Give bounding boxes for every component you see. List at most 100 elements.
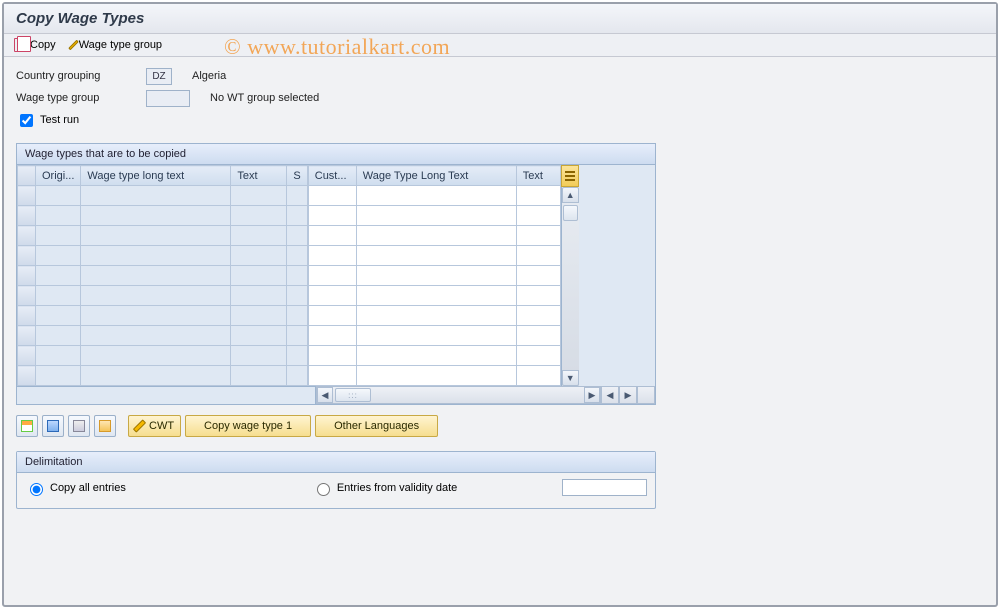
row-selector[interactable] — [18, 226, 36, 246]
horizontal-scroll-thumb[interactable]: ::: — [335, 388, 371, 402]
country-grouping-input[interactable]: DZ — [146, 68, 172, 85]
cell-customer[interactable] — [308, 206, 356, 226]
table-row[interactable] — [308, 286, 560, 306]
table-row[interactable] — [18, 286, 308, 306]
cell-wage-type-long-text-1[interactable] — [81, 186, 231, 206]
table-row[interactable] — [18, 186, 308, 206]
cell-text-2[interactable] — [516, 306, 560, 326]
cell-text-1[interactable] — [231, 246, 287, 266]
cell-wage-type-long-text-2[interactable] — [356, 226, 516, 246]
row-selector[interactable] — [18, 306, 36, 326]
cell-original[interactable] — [36, 286, 81, 306]
cell-customer[interactable] — [308, 266, 356, 286]
cell-s[interactable] — [287, 246, 307, 266]
cell-customer[interactable] — [308, 186, 356, 206]
cell-original[interactable] — [36, 206, 81, 226]
cell-wage-type-long-text-2[interactable] — [356, 286, 516, 306]
cell-text-1[interactable] — [231, 326, 287, 346]
cell-wage-type-long-text-1[interactable] — [81, 266, 231, 286]
horizontal-scrollbar[interactable]: ◀ ::: ▶ — [316, 386, 601, 404]
cell-wage-type-long-text-1[interactable] — [81, 226, 231, 246]
row-selector[interactable] — [18, 366, 36, 386]
cell-customer[interactable] — [308, 306, 356, 326]
copy-wage-type-1-button[interactable]: Copy wage type 1 — [185, 415, 311, 437]
cell-wage-type-long-text-1[interactable] — [81, 286, 231, 306]
cell-s[interactable] — [287, 366, 307, 386]
cell-wage-type-long-text-2[interactable] — [356, 366, 516, 386]
row-selector[interactable] — [18, 206, 36, 226]
cell-s[interactable] — [287, 186, 307, 206]
other-languages-button[interactable]: Other Languages — [315, 415, 438, 437]
table-row[interactable] — [308, 266, 560, 286]
table-row[interactable] — [18, 346, 308, 366]
col-header-wage-type-long-text-2[interactable]: Wage Type Long Text — [356, 166, 516, 186]
cell-text-2[interactable] — [516, 226, 560, 246]
icon-button-4[interactable] — [94, 415, 116, 437]
col-header-customer[interactable]: Cust... — [308, 166, 356, 186]
cell-text-2[interactable] — [516, 266, 560, 286]
row-selector[interactable] — [18, 186, 36, 206]
cell-text-1[interactable] — [231, 346, 287, 366]
table-row[interactable] — [308, 206, 560, 226]
table-row[interactable] — [308, 346, 560, 366]
cell-text-2[interactable] — [516, 286, 560, 306]
table-row[interactable] — [308, 366, 560, 386]
cell-text-1[interactable] — [231, 366, 287, 386]
vertical-scrollbar[interactable]: ▲ ▼ — [561, 187, 579, 386]
table-settings-button[interactable] — [561, 165, 579, 187]
col-header-original[interactable]: Origi... — [36, 166, 81, 186]
col-header-wage-type-long-text-1[interactable]: Wage type long text — [81, 166, 231, 186]
icon-button-1[interactable] — [16, 415, 38, 437]
cell-text-2[interactable] — [516, 366, 560, 386]
row-selector-header[interactable] — [18, 166, 36, 186]
cell-text-2[interactable] — [516, 246, 560, 266]
table-row[interactable] — [308, 306, 560, 326]
cell-wage-type-long-text-2[interactable] — [356, 266, 516, 286]
cell-wage-type-long-text-2[interactable] — [356, 186, 516, 206]
cell-text-2[interactable] — [516, 206, 560, 226]
table-row[interactable] — [308, 326, 560, 346]
cwt-button[interactable]: CWT — [128, 415, 181, 437]
scroll-right-end-button[interactable]: ▶ — [619, 386, 637, 404]
table-row[interactable] — [18, 206, 308, 226]
wage-types-grid-left[interactable]: Origi... Wage type long text Text S — [17, 165, 308, 386]
col-header-text-1[interactable]: Text — [231, 166, 287, 186]
cell-customer[interactable] — [308, 286, 356, 306]
row-selector[interactable] — [18, 346, 36, 366]
scroll-left-end-button[interactable]: ◀ — [601, 386, 619, 404]
cell-customer[interactable] — [308, 226, 356, 246]
cell-wage-type-long-text-1[interactable] — [81, 206, 231, 226]
cell-wage-type-long-text-2[interactable] — [356, 246, 516, 266]
cell-s[interactable] — [287, 346, 307, 366]
cell-wage-type-long-text-1[interactable] — [81, 366, 231, 386]
row-selector[interactable] — [18, 286, 36, 306]
cell-original[interactable] — [36, 226, 81, 246]
icon-button-2[interactable] — [42, 415, 64, 437]
copy-all-entries-radio-input[interactable] — [30, 483, 43, 496]
scroll-down-button[interactable]: ▼ — [562, 370, 579, 386]
validity-date-input[interactable] — [562, 479, 647, 496]
cell-original[interactable] — [36, 266, 81, 286]
row-selector[interactable] — [18, 266, 36, 286]
table-row[interactable] — [308, 186, 560, 206]
cell-text-1[interactable] — [231, 306, 287, 326]
cell-original[interactable] — [36, 366, 81, 386]
cell-text-2[interactable] — [516, 186, 560, 206]
row-selector[interactable] — [18, 326, 36, 346]
entries-from-date-radio[interactable]: Entries from validity date — [312, 480, 457, 496]
table-row[interactable] — [308, 226, 560, 246]
cell-text-1[interactable] — [231, 266, 287, 286]
scroll-left-button[interactable]: ◀ — [317, 387, 333, 403]
cell-s[interactable] — [287, 326, 307, 346]
cell-s[interactable] — [287, 286, 307, 306]
vertical-scroll-thumb[interactable] — [563, 205, 578, 221]
cell-original[interactable] — [36, 326, 81, 346]
cell-text-1[interactable] — [231, 186, 287, 206]
table-row[interactable] — [308, 246, 560, 266]
cell-wage-type-long-text-2[interactable] — [356, 206, 516, 226]
cell-s[interactable] — [287, 206, 307, 226]
cell-wage-type-long-text-1[interactable] — [81, 346, 231, 366]
table-row[interactable] — [18, 246, 308, 266]
col-header-s[interactable]: S — [287, 166, 307, 186]
icon-button-3[interactable] — [68, 415, 90, 437]
